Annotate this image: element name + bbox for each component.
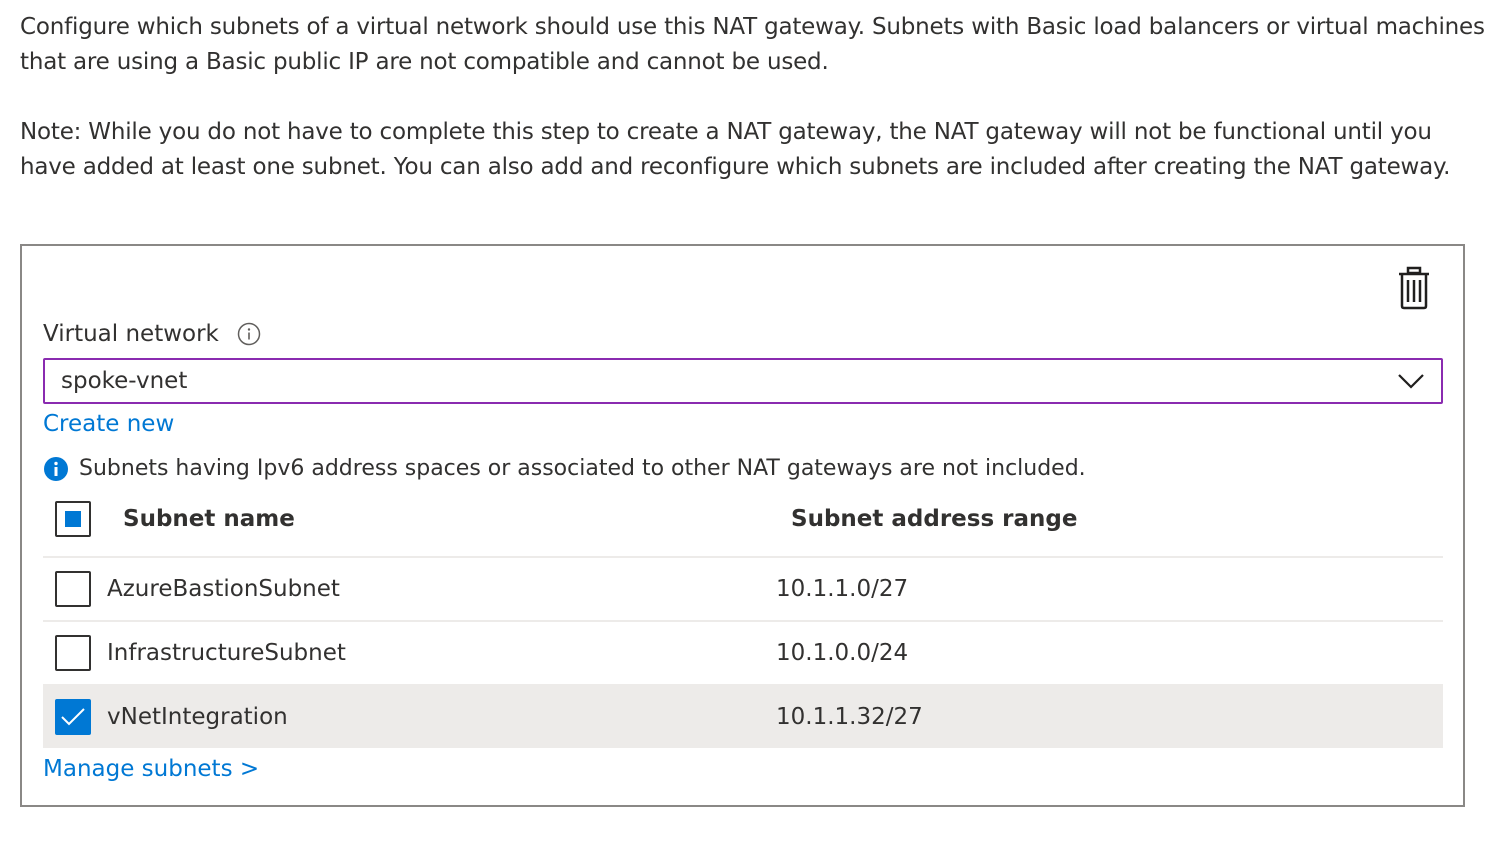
table-row[interactable]: vNetIntegration 10.1.1.32/27 [43,686,1443,748]
virtual-network-dropdown[interactable]: spoke-vnet [43,358,1443,404]
partial-selection-indicator [65,511,81,527]
subnet-range-cell: 10.1.1.32/27 [776,704,923,730]
subnet-info-message: Subnets having Ipv6 address spaces or as… [43,454,1086,484]
virtual-network-label: Virtual network [43,321,219,347]
virtual-network-label-row: Virtual network [43,318,261,350]
info-outline-icon[interactable] [237,322,261,346]
info-filled-icon [44,457,68,481]
checkmark-icon [61,708,85,726]
row-checkbox[interactable] [55,635,91,671]
subnet-table: Subnet name Subnet address range AzureBa… [43,494,1443,748]
subnet-range-cell: 10.1.0.0/24 [776,640,909,666]
table-row[interactable]: AzureBastionSubnet 10.1.1.0/27 [43,558,1443,622]
row-checkbox[interactable] [55,571,91,607]
subnet-name-cell: vNetIntegration [107,704,288,730]
subnet-range-cell: 10.1.1.0/27 [776,576,909,602]
subnet-info-text: Subnets having Ipv6 address spaces or as… [79,456,1086,481]
intro-paragraph-2: Note: While you do not have to complete … [20,119,1451,180]
manage-subnets-link[interactable]: Manage subnets > [43,753,259,785]
table-row[interactable]: InfrastructureSubnet 10.1.0.0/24 [43,622,1443,686]
select-all-checkbox[interactable] [55,501,91,537]
subnet-name-cell: AzureBastionSubnet [107,576,340,602]
column-header-subnet-name[interactable]: Subnet name [123,503,295,535]
subnet-name-cell: InfrastructureSubnet [107,640,346,666]
subnet-config-panel: Virtual network spoke-vnet Create new Su… [20,244,1465,807]
trash-icon [1399,266,1429,310]
table-header: Subnet name Subnet address range [43,494,1443,558]
chevron-down-icon [1398,374,1424,389]
column-header-address-range[interactable]: Subnet address range [791,503,1077,535]
virtual-network-selected-value: spoke-vnet [61,368,188,394]
row-checkbox[interactable] [55,699,91,735]
intro-paragraph-1: Configure which subnets of a virtual net… [20,14,1485,75]
delete-button[interactable] [1396,266,1432,310]
create-new-link[interactable]: Create new [43,408,174,440]
